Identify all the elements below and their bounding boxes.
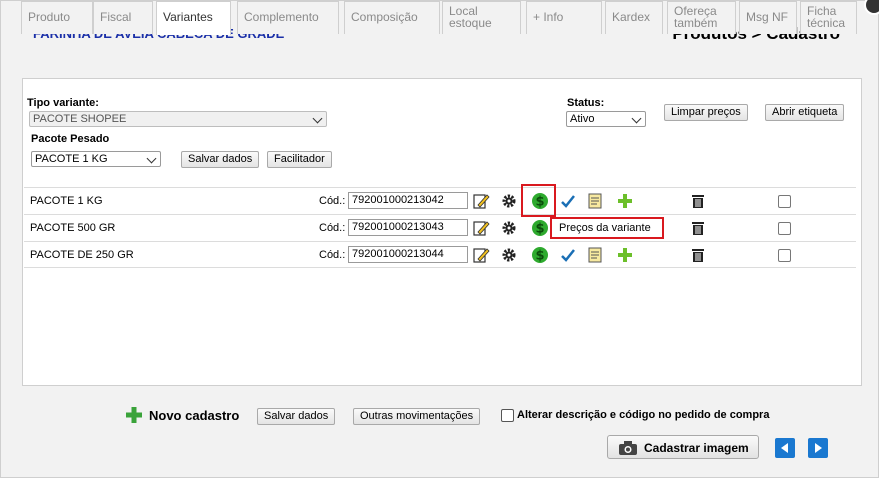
tab-msg-nf[interactable]: Msg NF — [739, 1, 797, 34]
variant-name: PACOTE DE 250 GR — [30, 249, 134, 261]
tab-variantes[interactable]: Variantes — [156, 1, 231, 35]
gear-icon[interactable] — [500, 246, 518, 264]
gear-icon[interactable] — [500, 192, 518, 210]
tooltip: Preços da variante — [550, 217, 664, 239]
alterar-checkbox[interactable] — [501, 409, 514, 422]
svg-text:$: $ — [535, 222, 544, 237]
cod-input[interactable]: 792001000213044 — [348, 246, 468, 263]
trash-icon[interactable] — [689, 192, 707, 210]
pacote-pesado-label: Pacote Pesado — [31, 133, 110, 145]
edit-icon[interactable] — [472, 192, 490, 210]
tab-kardex[interactable]: Kardex — [605, 1, 663, 34]
limpar-precos-button[interactable]: Limpar preços — [664, 104, 748, 121]
tab-mais-info[interactable]: + Info — [526, 1, 602, 34]
note-icon[interactable] — [586, 246, 604, 264]
tab-ofereca-tambem[interactable]: Ofereça também — [667, 1, 736, 34]
abrir-etiqueta-button[interactable]: Abrir etiqueta — [765, 104, 845, 121]
cod-input[interactable]: 792001000213042 — [348, 192, 468, 209]
salvar-dados-top-button[interactable]: Salvar dados — [181, 151, 260, 168]
cadastrar-imagem-button[interactable]: Cadastrar imagem — [607, 435, 759, 459]
status-label: Status: — [567, 97, 605, 109]
check-icon[interactable] — [559, 246, 577, 264]
facilitador-button[interactable]: Facilitador — [267, 151, 332, 168]
arrow-left-icon[interactable] — [775, 438, 795, 458]
highlight-box — [521, 184, 556, 217]
outras-movimentacoes-button[interactable]: Outras movimentações — [353, 408, 481, 425]
variant-checkbox[interactable] — [778, 195, 791, 208]
variant-row: PACOTE DE 250 GR Cód.: 792001000213044 $ — [24, 241, 856, 268]
chevron-down-icon — [312, 113, 323, 124]
plus-icon[interactable] — [125, 406, 143, 424]
tab-complemento[interactable]: Complemento — [237, 1, 339, 34]
svg-text:$: $ — [535, 249, 544, 264]
plus-icon[interactable] — [616, 246, 634, 264]
salvar-dados-button[interactable]: Salvar dados — [257, 408, 336, 425]
tab-composicao[interactable]: Composição — [344, 1, 440, 34]
novo-cadastro-button[interactable]: Novo cadastro — [149, 408, 239, 423]
variant-name: PACOTE 500 GR — [30, 222, 116, 234]
tab-local-estoque[interactable]: Local estoque — [442, 1, 521, 34]
arrow-right-icon[interactable] — [808, 438, 828, 458]
dollar-icon[interactable]: $ — [531, 246, 549, 264]
edit-icon[interactable] — [472, 246, 490, 264]
variantes-panel: Tipo variante: PACOTE SHOPEE Status: Ati… — [22, 78, 862, 386]
chevron-down-icon — [146, 153, 157, 164]
variant-name: PACOTE 1 KG — [30, 195, 103, 207]
cod-input[interactable]: 792001000213043 — [348, 219, 468, 236]
tipo-variante-select[interactable]: PACOTE SHOPEE — [29, 111, 327, 127]
tab-ficha-tecnica[interactable]: Ficha técnica — [800, 1, 857, 34]
dollar-icon[interactable]: $ — [531, 219, 549, 237]
variant-row: PACOTE 500 GR Cód.: 792001000213043 $ — [24, 214, 856, 241]
chevron-down-icon — [631, 113, 642, 124]
variant-checkbox[interactable] — [778, 222, 791, 235]
camera-icon — [619, 441, 637, 455]
cod-label: Cód.: — [319, 195, 346, 207]
edit-icon[interactable] — [472, 219, 490, 237]
tipo-variante-label: Tipo variante: — [27, 97, 99, 109]
tab-fiscal[interactable]: Fiscal — [93, 1, 153, 34]
pacote-pesado-select[interactable]: PACOTE 1 KG — [31, 151, 161, 167]
product-window: FARINHA DE AVEIA CABECA DE GRADE Produto… — [0, 0, 879, 478]
tab-produto[interactable]: Produto — [21, 1, 93, 34]
cod-label: Cód.: — [319, 222, 346, 234]
variant-row: PACOTE 1 KG Cód.: 792001000213042 $ — [24, 187, 856, 214]
alterar-label: Alterar descrição e código no pedido de … — [517, 409, 770, 421]
cod-label: Cód.: — [319, 249, 346, 261]
close-icon[interactable] — [864, 0, 879, 15]
plus-icon[interactable] — [616, 192, 634, 210]
status-select[interactable]: Ativo — [566, 111, 646, 127]
note-icon[interactable] — [586, 192, 604, 210]
trash-icon[interactable] — [689, 246, 707, 264]
trash-icon[interactable] — [689, 219, 707, 237]
check-icon[interactable] — [559, 192, 577, 210]
gear-icon[interactable] — [500, 219, 518, 237]
variant-checkbox[interactable] — [778, 249, 791, 262]
